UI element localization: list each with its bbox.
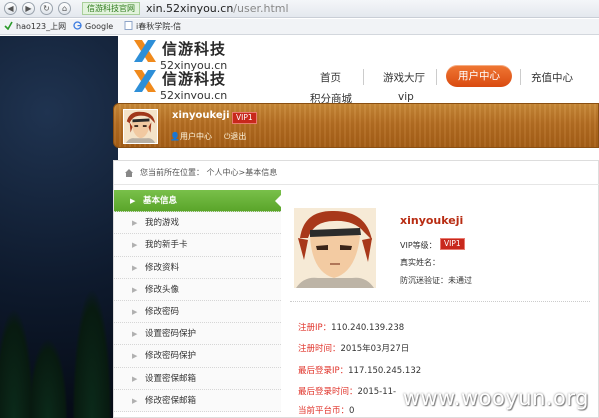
chevron-right-icon: ▶ bbox=[132, 352, 138, 361]
back-icon[interactable]: ◀ bbox=[4, 2, 17, 15]
sidebar-menu: ▶ 基本信息 ▶ 我的游戏 ▶ 我的新手卡 ▶ 修改资料 ▶ 修改头像 ▶ 修改密码 ▶ 设置… bbox=[114, 190, 281, 412]
avatar[interactable] bbox=[123, 109, 158, 144]
profile-avatar bbox=[294, 208, 376, 288]
nav-game-hall[interactable]: 游戏大厅 bbox=[383, 70, 425, 85]
address-bar[interactable]: xin.52xinyou.cn/user.html bbox=[146, 1, 289, 16]
page-background-left bbox=[0, 36, 118, 418]
username-dropdown[interactable]: xinyoukeji ▾ bbox=[172, 110, 237, 121]
sidebar-item-set-security[interactable]: ▶ 设置密码保护 bbox=[114, 323, 281, 346]
sidebar-item-newbie-card[interactable]: ▶ 我的新手卡 bbox=[114, 234, 281, 257]
user-icon: 👤 bbox=[170, 132, 180, 141]
vip-badge: VIP1 bbox=[440, 238, 465, 250]
refresh-icon[interactable]: ↻ bbox=[40, 2, 53, 15]
chevron-right-icon: ▶ bbox=[132, 219, 138, 228]
page-icon bbox=[124, 21, 133, 30]
chevron-right-icon: ▶ bbox=[132, 330, 138, 339]
user-banner: xinyoukeji ▾ VIP1 👤用户中心 ⏻退出 bbox=[113, 103, 599, 148]
bookmark-ichunqiu[interactable]: i春秋学院-信 bbox=[124, 20, 181, 33]
register-time: 注册时间：2015年03月27日 bbox=[298, 344, 410, 354]
hao123-icon bbox=[4, 21, 13, 31]
sidebar-item-edit-security[interactable]: ▶ 修改密码保护 bbox=[114, 345, 281, 368]
chevron-right-icon: ▶ bbox=[132, 241, 138, 250]
sidebar-item-edit-avatar[interactable]: ▶ 修改头像 bbox=[114, 278, 281, 301]
sidebar-item-change-password[interactable]: ▶ 修改密码 bbox=[114, 300, 281, 324]
home-icon[interactable]: ⌂ bbox=[58, 2, 71, 15]
nav-recharge-center[interactable]: 充值中心 bbox=[531, 70, 573, 85]
vip-badge: VIP1 bbox=[232, 112, 257, 124]
anti-addiction-status: 防沉迷验证：未通过 bbox=[400, 276, 472, 285]
chevron-right-icon: ▶ bbox=[132, 307, 138, 316]
last-login-time: 最后登录时间：2015-11- bbox=[298, 387, 397, 397]
register-ip: 注册IP：110.240.139.238 bbox=[298, 323, 405, 333]
google-icon bbox=[73, 21, 82, 30]
site-header: 信游科技 52xinyou.cn 信游科技 52xinyou.cn 首页 游戏大… bbox=[118, 36, 599, 105]
logo-x-icon bbox=[134, 40, 156, 62]
browser-toolbar: ◀ ▶ ↻ ⌂ 信游科技官网 xin.52xinyou.cn/user.html bbox=[0, 0, 599, 18]
chevron-right-icon: ▶ bbox=[132, 263, 138, 272]
nav-vip[interactable]: vip bbox=[398, 91, 414, 103]
forward-icon[interactable]: ▶ bbox=[22, 2, 35, 15]
chevron-right-icon: ▶ bbox=[132, 374, 138, 383]
bookmark-google[interactable]: Google bbox=[73, 20, 113, 33]
site-identity-badge[interactable]: 信游科技官网 bbox=[82, 2, 140, 15]
last-login-ip: 最后登录IP：117.150.245.132 bbox=[298, 366, 422, 376]
profile-name: xinyoukeji bbox=[400, 214, 464, 227]
chevron-right-icon: ▶ bbox=[130, 197, 136, 205]
home-icon bbox=[125, 169, 133, 177]
sidebar-item-basic-info[interactable]: ▶ 基本信息 bbox=[114, 190, 281, 213]
content-panel: 您当前所在位置： 个人中心>基本信息 ▶ 基本信息 ▶ 我的游戏 ▶ 我的新手卡 ▶ 修… bbox=[113, 160, 599, 418]
realname-label: 真实姓名： bbox=[400, 258, 440, 267]
sidebar-item-edit-profile[interactable]: ▶ 修改资料 bbox=[114, 256, 281, 279]
chevron-right-icon: ▶ bbox=[132, 396, 138, 405]
nav-home[interactable]: 首页 bbox=[320, 70, 341, 85]
sidebar-item-edit-email[interactable]: ▶ 修改密保邮箱 bbox=[114, 389, 281, 412]
watermark: www.wooyun.org bbox=[402, 386, 589, 410]
user-center-link[interactable]: 👤用户中心 bbox=[170, 131, 212, 142]
logout-link[interactable]: ⏻退出 bbox=[224, 131, 246, 142]
bookmark-hao123[interactable]: hao123_上网 bbox=[4, 20, 66, 33]
sidebar-item-my-games[interactable]: ▶ 我的游戏 bbox=[114, 212, 281, 235]
bookmarks-bar: hao123_上网 Google i春秋学院-信 bbox=[0, 19, 599, 35]
chevron-right-icon: ▶ bbox=[132, 285, 138, 294]
sidebar-item-set-email[interactable]: ▶ 设置密保邮箱 bbox=[114, 367, 281, 390]
breadcrumb: 您当前所在位置： 个人中心>基本信息 bbox=[114, 161, 599, 185]
platform-coins: 当前平台币：0 bbox=[298, 406, 355, 416]
logo-x-icon bbox=[134, 70, 156, 92]
site-logo[interactable]: 信游科技 52xinyou.cn 信游科技 52xinyou.cn bbox=[132, 38, 262, 100]
vip-level-label: VIP等级： bbox=[400, 241, 437, 250]
nav-user-center[interactable]: 用户中心 bbox=[446, 65, 512, 87]
